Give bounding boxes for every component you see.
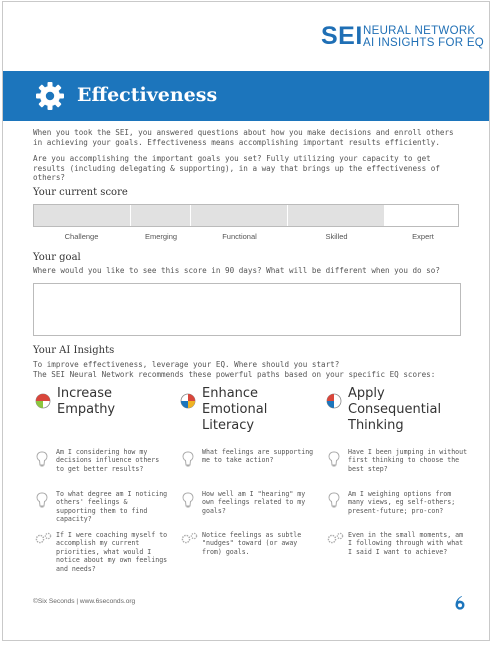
- empathy-question-3: If I were coaching myself to accomplish …: [56, 531, 168, 573]
- cogs-icon: [35, 532, 52, 544]
- score-segment-emerging: [131, 205, 190, 226]
- scale-label-expert: Expert: [412, 232, 434, 241]
- scale-label-skilled: Skilled: [325, 232, 348, 241]
- consequential-thinking-question-1: Have I been jumping in without first thi…: [348, 448, 468, 473]
- score-segment-skilled: [288, 205, 384, 226]
- lightbulb-icon: [328, 492, 340, 508]
- footer-copyright: ©Six Seconds | www.6seconds.org: [33, 598, 136, 605]
- scale-label-challenge: Challenge: [64, 232, 99, 241]
- consequential-thinking-question-2: Am I weighing options from many views, e…: [348, 490, 456, 515]
- lightbulb-icon: [182, 492, 194, 508]
- empathy-question-1: Am I considering how my decisions influe…: [56, 448, 160, 473]
- logo-sei-text: SEI: [321, 22, 363, 50]
- lightbulb-icon: [36, 492, 48, 508]
- column-title-emotional-literacy: Enhance Emotional Literacy: [202, 386, 268, 433]
- scale-label-emerging: Emerging: [144, 232, 178, 241]
- emotional-literacy-question-1: What feelings are supporting me to take …: [202, 448, 314, 465]
- score-segment-challenge: [34, 205, 130, 226]
- score-segment-functional: [191, 205, 287, 226]
- score-bar: [33, 204, 459, 227]
- consequential-thinking-question-3: Even in the small moments, am I followin…: [348, 531, 464, 556]
- empathy-icon: [35, 393, 51, 409]
- emotional-literacy-question-2: How well am I "hearing" my own feelings …: [202, 490, 306, 515]
- goal-prompt: Where would you like to see this score i…: [33, 266, 440, 275]
- emotional-literacy-icon: [180, 393, 196, 409]
- empathy-question-2: To what degree am I noticing others' fee…: [56, 490, 168, 524]
- report-page: SEI NEURAL NETWORK AI INSIGHTS FOR EQ Ef…: [2, 1, 490, 641]
- logo-line-2: AI INSIGHTS FOR EQ: [363, 37, 485, 49]
- lightbulb-icon: [182, 451, 194, 467]
- lightbulb-icon: [36, 451, 48, 467]
- cogs-icon: [327, 532, 344, 544]
- emotional-literacy-question-3: Notice feelings as subtle "nudges" towar…: [202, 531, 302, 556]
- page-title: Effectiveness: [77, 84, 218, 106]
- insights-line-1: To improve effectiveness, leverage your …: [33, 360, 340, 369]
- title-banner: Effectiveness: [3, 71, 489, 121]
- gear-icon: [36, 82, 64, 110]
- insights-heading: Your AI Insights: [33, 345, 115, 356]
- goal-heading: Your goal: [33, 252, 81, 263]
- insights-line-2: The SEI Neural Network recommends these …: [33, 370, 436, 379]
- lightbulb-icon: [328, 451, 340, 467]
- logo-line-1: NEURAL NETWORK: [363, 25, 476, 37]
- scale-label-functional: Functional: [222, 232, 257, 241]
- intro-paragraph-1: When you took the SEI, you answered ques…: [33, 128, 454, 147]
- column-title-consequential-thinking: Apply Consequential Thinking: [348, 386, 442, 433]
- column-title-empathy: Increase Empathy: [57, 386, 116, 417]
- cogs-icon: [181, 532, 198, 544]
- six-seconds-logo-icon: [455, 596, 465, 610]
- current-score-heading: Your current score: [33, 187, 128, 198]
- goal-input-box[interactable]: [33, 283, 461, 336]
- intro-paragraph-2: Are you accomplishing the important goal…: [33, 154, 440, 183]
- consequential-thinking-icon: [326, 393, 342, 409]
